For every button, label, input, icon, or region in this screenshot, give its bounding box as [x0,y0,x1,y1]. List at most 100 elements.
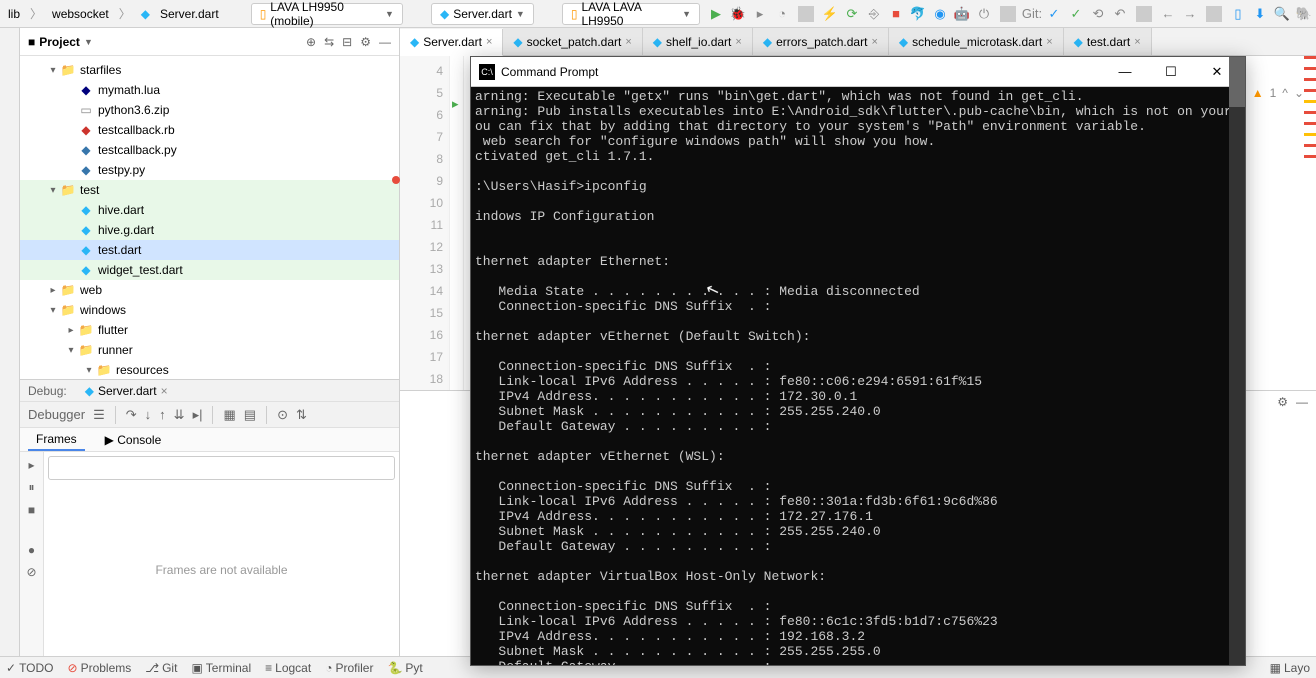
sdk-icon[interactable]: ⬇ [1252,6,1268,22]
scrollbar-thumb[interactable] [1229,57,1245,107]
run-to-cursor-icon[interactable]: ▸| [193,407,203,423]
device2-selector[interactable]: ▯ LAVA LAVA LH9950 ▼ [562,3,700,25]
stop-icon[interactable]: ■ [28,503,35,517]
problems-tool[interactable]: ⊘ Problems [68,661,132,675]
git-history-icon[interactable]: ⟲ [1090,6,1106,22]
maximize-button[interactable]: ☐ [1151,58,1191,86]
locate-icon[interactable]: ⊕ [306,35,316,49]
step-over-icon[interactable]: ↷ [126,407,137,423]
tree-item[interactable]: ▸📁flutter [20,320,399,340]
git-commit-icon[interactable]: ✓ [1068,6,1084,22]
frames-tab[interactable]: Frames [28,429,85,451]
git-rollback-icon[interactable]: ↶ [1112,6,1128,22]
debug-config-tab[interactable]: ◆ Server.dart × [77,382,176,400]
tree-item[interactable]: ▾📁windows [20,300,399,320]
project-tool-tab[interactable] [0,28,20,656]
logcat-tool[interactable]: ≡ Logcat [265,661,311,675]
python-tool[interactable]: 🐍 Pyt [387,661,422,675]
breadcrumb-item[interactable]: lib [4,5,24,23]
disconnect-icon[interactable]: ⏻ [976,6,992,22]
minimize-button[interactable]: — [1105,58,1145,86]
step-force-icon[interactable]: ⇊ [174,407,185,423]
chevron-up-icon[interactable]: ^ [1282,86,1288,100]
hide-icon[interactable]: — [379,35,391,49]
cmd-titlebar[interactable]: C:\ Command Prompt — ☐ ✕ [471,57,1245,87]
breakpoints-icon[interactable]: ● [28,543,35,557]
editor-tab[interactable]: ◆shelf_io.dart× [643,28,753,55]
resume-icon[interactable]: ▸ [28,458,34,472]
git-tool[interactable]: ⎇ Git [145,661,177,675]
pause-icon[interactable]: ⏸ [28,480,34,495]
collapse-icon[interactable]: ⊟ [342,35,352,49]
step-out-icon[interactable]: ↑ [159,407,166,422]
close-icon[interactable]: × [1134,36,1140,48]
profiler-tool[interactable]: ◔ Profiler [325,661,373,675]
step-into-icon[interactable]: ↓ [145,407,152,422]
device-selector[interactable]: ▯ LAVA LH9950 (mobile) ▼ [251,3,403,25]
tree-item[interactable]: ◆testcallback.rb [20,120,399,140]
error-stripe[interactable] [1304,56,1316,390]
editor-tab[interactable]: ◆test.dart× [1064,28,1152,55]
forward-icon[interactable]: → [1182,6,1198,22]
todo-tool[interactable]: ✓ TODO [6,661,54,675]
cmd-scrollbar[interactable] [1229,57,1245,665]
close-icon[interactable]: × [486,36,492,48]
gutter[interactable]: 456789101112131415161718 [400,56,450,390]
attach-icon[interactable]: ⎆ [866,6,882,22]
mute-bp-icon[interactable]: ⊘ [26,565,36,579]
breadcrumb-item[interactable]: websocket [48,5,113,23]
editor-tab[interactable]: ◆socket_patch.dart× [503,28,642,55]
close-icon[interactable]: × [161,384,168,398]
terminal-tool[interactable]: ▣ Terminal [191,661,251,675]
trace-icon[interactable]: ▤ [244,407,256,423]
close-icon[interactable]: × [735,36,741,48]
coverage-icon[interactable]: ▸ [752,6,768,22]
close-icon[interactable]: × [1046,36,1052,48]
search-icon[interactable]: 🔍 [1274,6,1290,22]
git-update-icon[interactable]: ✓ [1046,6,1062,22]
tree-item[interactable]: ◆hive.g.dart [20,220,399,240]
sort-icon[interactable]: ⇅ [296,407,307,423]
expand-icon[interactable]: ⇆ [324,35,334,49]
tree-item[interactable]: ▾📁starfiles [20,60,399,80]
breadcrumb-item[interactable]: Server.dart [156,5,223,23]
editor-tab[interactable]: ◆Server.dart× [400,29,503,56]
tree-item[interactable]: ▸📁web [20,280,399,300]
tree-item[interactable]: ◆testpy.py [20,160,399,180]
tree-item[interactable]: ◆hive.dart [20,200,399,220]
hot-reload-icon[interactable]: ⚡ [822,6,838,22]
back-icon[interactable]: ← [1160,6,1176,22]
editor-tab[interactable]: ◆errors_patch.dart× [753,28,889,55]
close-icon[interactable]: × [625,36,631,48]
debug-settings-icon[interactable]: ⚙ [1277,395,1288,409]
evaluate-icon[interactable]: ▦ [223,407,235,423]
tree-item[interactable]: ◆testcallback.py [20,140,399,160]
chevron-down-icon[interactable]: ⌄ [1294,86,1304,100]
inspector-icon[interactable]: 🐬 [910,6,926,22]
devtools-icon[interactable]: ◉ [932,6,948,22]
debug-hide-icon[interactable]: — [1296,395,1308,409]
editor-tab[interactable]: ◆schedule_microtask.dart× [889,28,1064,55]
profile-icon[interactable]: ◔ [774,6,790,22]
tree-item[interactable]: ▭python3.6.zip [20,100,399,120]
debug-icon[interactable]: 🐞 [730,6,746,22]
frames-filter-input[interactable] [48,456,395,480]
avd-icon[interactable]: ▯ [1230,6,1246,22]
run-config-selector[interactable]: ◆ Server.dart ▼ [431,3,534,25]
sync-icon[interactable]: 🐘 [1296,6,1312,22]
cmd-output[interactable]: arning: Executable "getx" runs "bin\get.… [471,87,1245,665]
tree-item[interactable]: ◆widget_test.dart [20,260,399,280]
project-title[interactable]: ■ Project ▼ [28,35,300,49]
tree-item[interactable]: ◆test.dart [20,240,399,260]
close-icon[interactable]: × [871,36,877,48]
layout-tool[interactable]: ▦ Layo [1270,661,1310,675]
tree-item[interactable]: ▾📁runner [20,340,399,360]
more-icon[interactable]: ⊙ [277,407,288,423]
settings-icon[interactable]: ⚙ [360,35,371,49]
tree-item[interactable]: ◆mymath.lua [20,80,399,100]
hot-restart-icon[interactable]: ⟳ [844,6,860,22]
stop-icon[interactable]: ■ [888,6,904,22]
console-tab[interactable]: ▶ Console [97,430,170,450]
run-icon[interactable]: ▶ [708,6,724,22]
debugger-tab[interactable]: Debugger [28,407,85,422]
